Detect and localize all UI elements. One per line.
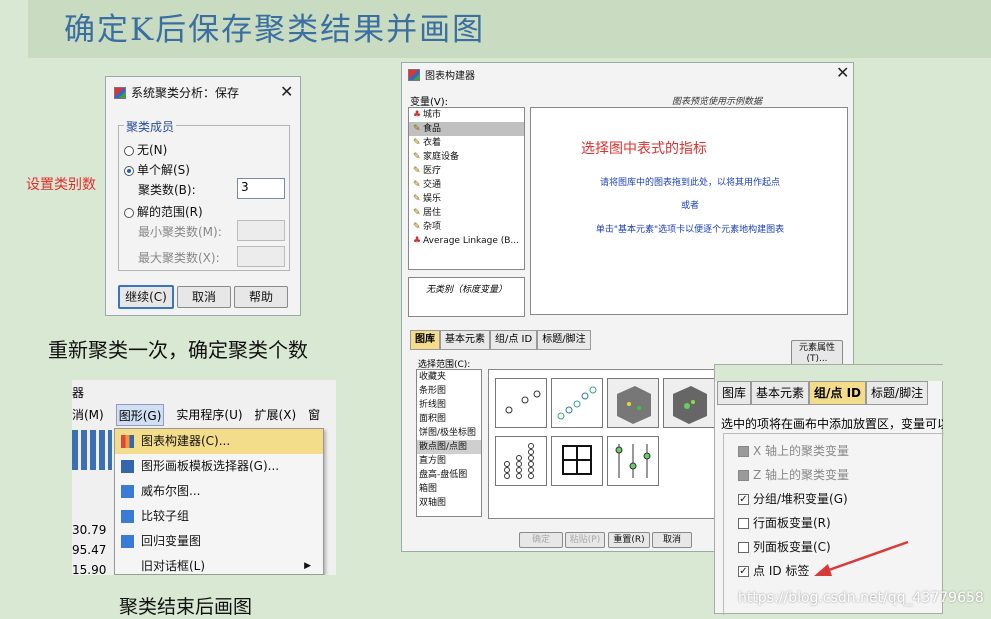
compare-subgroups-icon	[121, 510, 134, 523]
data-grid-values: 30.79 95.47 15.90	[72, 523, 107, 575]
graphs-dropdown: 图表构建器(C)... 图形画板模板选择器(G)... 威布尔图... 比较子组 回归变…	[114, 428, 324, 575]
arrow-to-point-id	[814, 540, 909, 576]
menu-utilities[interactable]: 实用程序(U)	[176, 404, 242, 426]
watermark: https://blog.csdn.net/qq_43779658	[738, 590, 984, 606]
caption-plot: 聚类结束后画图	[119, 596, 253, 618]
window-title-fragment: 器	[72, 386, 85, 400]
graphs-menu-item[interactable]: 图表构建器(C)...	[115, 429, 323, 454]
graphs-menu-item[interactable]: 比较子组	[115, 504, 323, 529]
menu-graphs[interactable]: 图形(G)	[115, 404, 165, 426]
submenu-arrow-icon: ▶	[304, 561, 311, 571]
menubar: 消(M) 图形(G) 实用程序(U) 扩展(X) 窗	[72, 404, 336, 426]
menu-window[interactable]: 窗	[308, 404, 320, 426]
graphs-menu-item[interactable]: 回归变量图	[115, 529, 323, 554]
graphs-menu-item[interactable]: 旧对话框(L) ▶	[115, 554, 323, 575]
regression-plot-icon	[121, 535, 134, 548]
toolbar-grid-icon[interactable]	[72, 430, 112, 470]
menu-fragment[interactable]: 消(M)	[72, 404, 104, 426]
graphs-menu-item[interactable]: 图形画板模板选择器(G)...	[115, 454, 323, 479]
spss-window-fragment: 器 消(M) 图形(G) 实用程序(U) 扩展(X) 窗 30.79 95.47…	[72, 380, 336, 575]
weibull-icon	[121, 485, 134, 498]
menu-extensions[interactable]: 扩展(X)	[255, 404, 297, 426]
template-chooser-icon	[121, 460, 134, 473]
bar-chart-icon	[121, 435, 134, 448]
graphs-menu-item[interactable]: 威布尔图...	[115, 479, 323, 504]
